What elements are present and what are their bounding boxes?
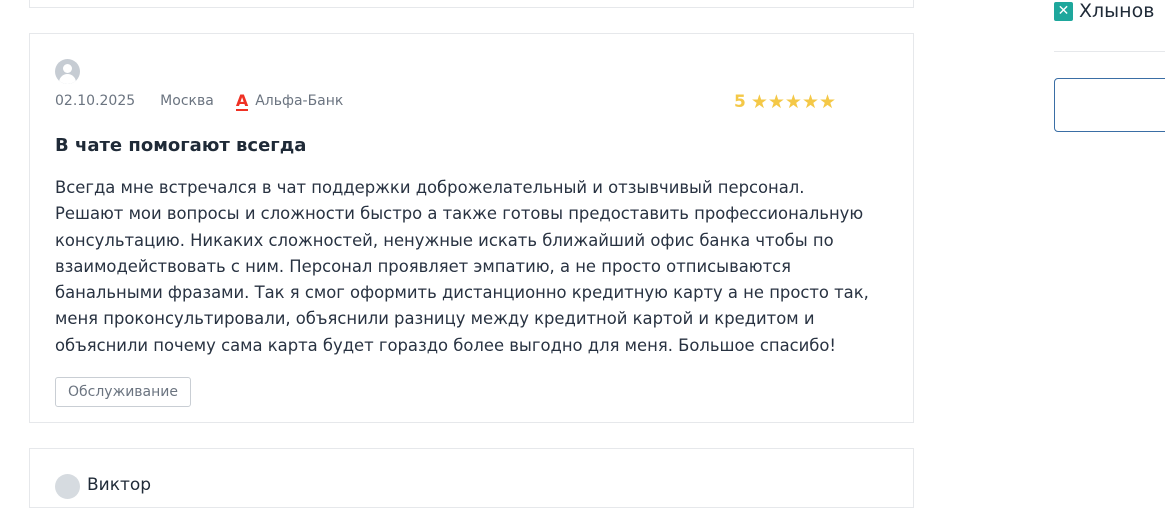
star-icons: ★★★★★ — [750, 91, 837, 113]
sidebar-divider — [1054, 51, 1165, 52]
review-card: 02.10.2025 Москва А Альфа-Банк 5 ★★★★★ В… — [29, 33, 914, 423]
x-logo-icon: ✕ — [1054, 1, 1073, 21]
sidebar-item-khlynov[interactable]: ✕ Хлынов — [1054, 0, 1154, 22]
sidebar-input[interactable] — [1054, 78, 1165, 132]
review-city: Москва — [160, 93, 214, 109]
previous-review-card — [29, 0, 914, 8]
bank-name: Альфа-Банк — [255, 93, 344, 109]
sidebar-item-label: Хлынов — [1079, 0, 1155, 22]
review-meta: 02.10.2025 Москва А Альфа-Банк — [55, 91, 344, 111]
review-title[interactable]: В чате помогают всегда — [55, 135, 306, 156]
review-rating: 5 ★★★★★ — [734, 91, 836, 113]
tag-service[interactable]: Обслуживание — [55, 377, 191, 407]
review-date: 02.10.2025 — [55, 93, 136, 109]
author-name: Виктор — [87, 475, 152, 495]
review-text: Всегда мне встречался в чат поддержки до… — [55, 178, 869, 355]
next-review-card: Виктор — [29, 448, 914, 508]
alfa-bank-logo-icon: А — [235, 91, 249, 111]
rating-value: 5 — [734, 92, 746, 112]
avatar — [55, 59, 80, 84]
bank-link[interactable]: А Альфа-Банк — [235, 91, 344, 111]
